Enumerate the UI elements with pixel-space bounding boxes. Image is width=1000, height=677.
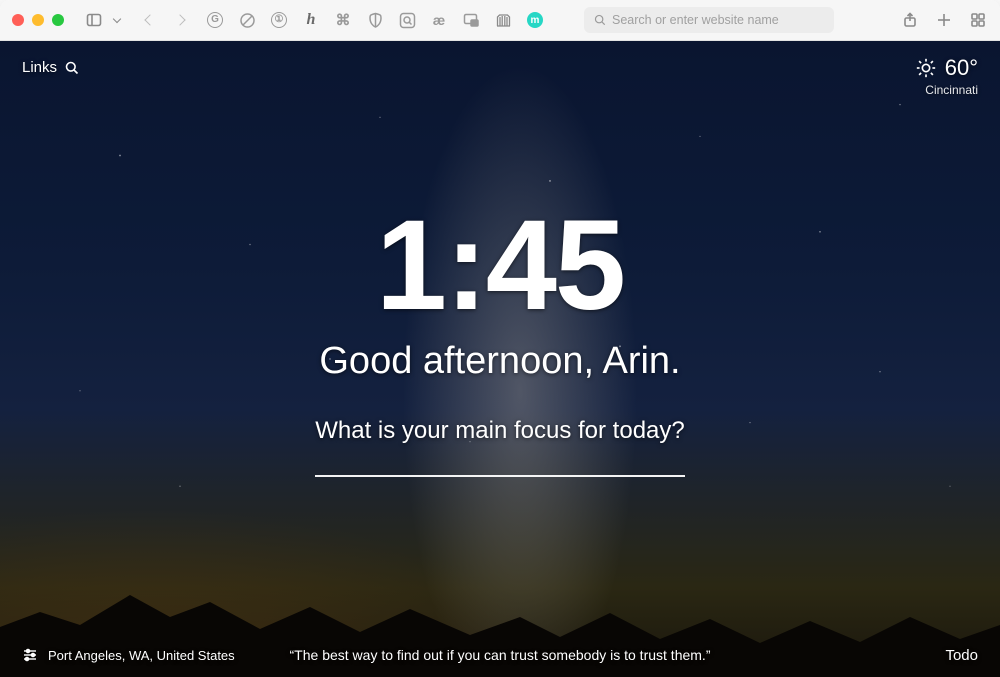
quote-text[interactable]: “The best way to find out if you can tru… [290, 647, 711, 663]
extension-privacy-icon[interactable] [366, 11, 384, 29]
clock-time: 1:45 [376, 202, 624, 330]
extension-command-icon[interactable]: ⌘ [334, 11, 352, 29]
new-tab-button[interactable] [934, 10, 954, 30]
nav-forward-button[interactable] [170, 10, 190, 30]
extension-search-icon[interactable] [398, 11, 416, 29]
tab-overview-button[interactable] [968, 10, 988, 30]
window-close-button[interactable] [12, 14, 24, 26]
window-controls [12, 14, 64, 26]
search-icon [594, 14, 606, 26]
address-input[interactable] [612, 13, 824, 27]
todo-button[interactable]: Todo [945, 647, 978, 664]
greeting-text: Good afternoon, Arin. [319, 340, 680, 383]
extension-ae-icon[interactable]: æ [430, 11, 448, 29]
new-tab-dashboard: Links 60° Cincinnati 1:45 Good afternoon… [0, 41, 1000, 677]
extension-onepassword-icon[interactable]: ① [270, 11, 288, 29]
focus-prompt: What is your main focus for today? [315, 417, 685, 445]
photo-location[interactable]: Port Angeles, WA, United States [48, 648, 235, 663]
window-minimize-button[interactable] [32, 14, 44, 26]
settings-icon[interactable] [22, 647, 38, 663]
extension-row: G ① h ⌘ æ m [206, 11, 544, 29]
sidebar-toggle-button[interactable] [84, 10, 104, 30]
bottom-bar: Port Angeles, WA, United States “The bes… [0, 633, 1000, 677]
extension-grammarly-icon[interactable]: G [206, 11, 224, 29]
chevron-down-icon[interactable] [113, 14, 121, 22]
center-panel: 1:45 Good afternoon, Arin. What is your … [0, 41, 1000, 677]
extension-honey-icon[interactable]: h [302, 11, 320, 29]
extension-archive-icon[interactable] [494, 11, 512, 29]
toolbar-right [900, 10, 988, 30]
browser-toolbar: G ① h ⌘ æ m [0, 0, 1000, 41]
address-bar[interactable] [584, 7, 834, 33]
window-maximize-button[interactable] [52, 14, 64, 26]
extension-noscript-icon[interactable] [238, 11, 256, 29]
nav-back-button[interactable] [140, 10, 160, 30]
extension-pip-icon[interactable] [462, 11, 480, 29]
focus-input[interactable] [315, 475, 685, 477]
share-button[interactable] [900, 10, 920, 30]
extension-m-icon[interactable]: m [526, 11, 544, 29]
